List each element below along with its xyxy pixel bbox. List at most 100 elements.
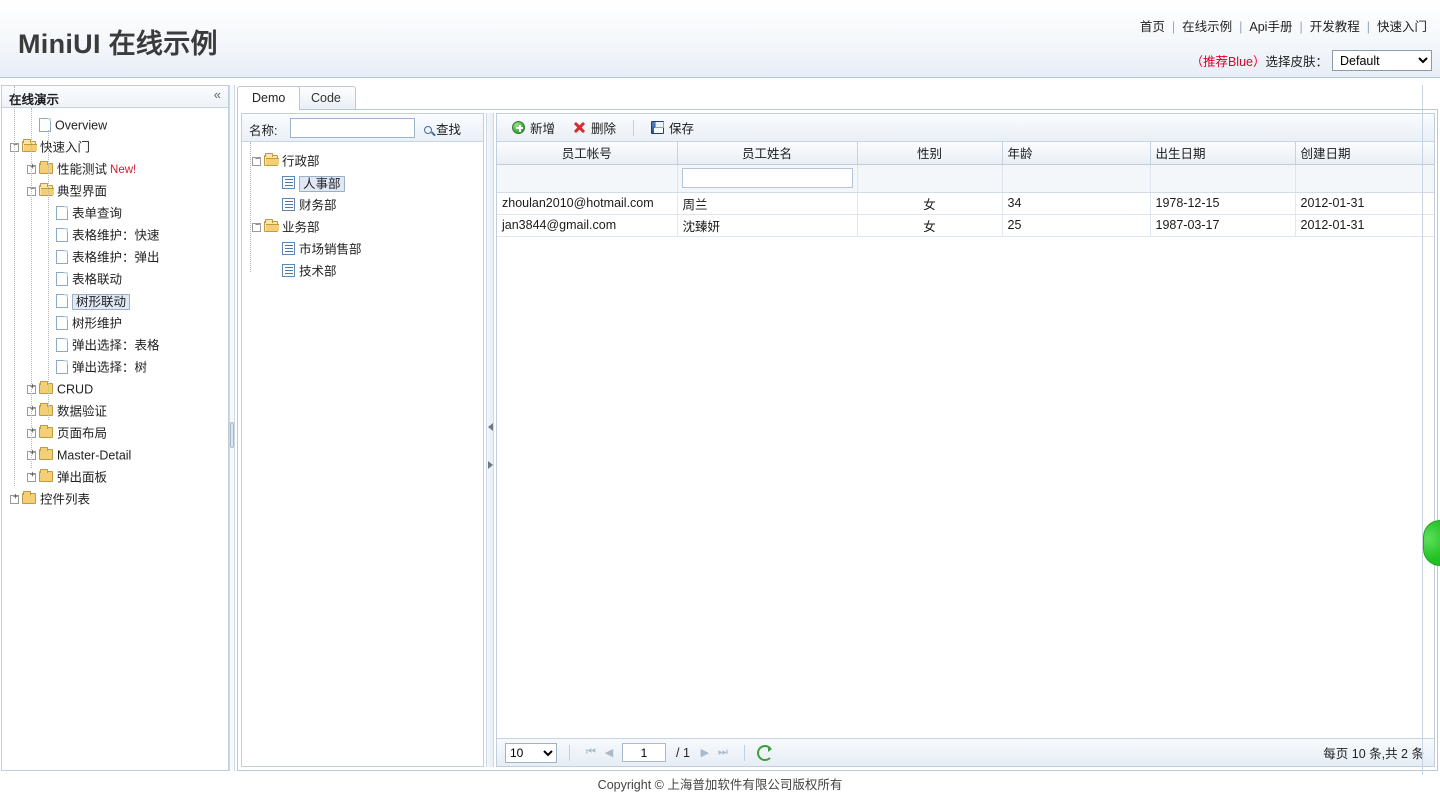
refresh-icon[interactable] <box>756 744 773 761</box>
folder-icon <box>39 469 53 483</box>
nav-link-quick-start[interactable]: 快速入门 <box>1370 20 1434 34</box>
tree-node[interactable]: 人事部 <box>248 172 483 194</box>
save-button[interactable]: 保存 <box>642 117 703 139</box>
tree-node-label: 人事部 <box>299 175 345 192</box>
table-cell: 女 <box>857 214 1003 237</box>
name-input[interactable] <box>290 118 415 138</box>
sidebar-splitter[interactable] <box>229 85 235 771</box>
filter-cell <box>1002 164 1151 193</box>
column-header[interactable]: 创建日期 <box>1295 142 1434 165</box>
filter-input-1[interactable] <box>681 168 853 188</box>
tree-node[interactable]: 典型界面 <box>2 180 228 202</box>
top-navigation: 首页 | 在线示例 | Api手册 | 开发教程 | 快速入门 <box>1133 16 1434 35</box>
skin-recommend-text: （推荐Blue） <box>1190 55 1266 69</box>
folder-icon <box>22 491 36 505</box>
tree-node[interactable]: 弹出选择：树 <box>2 356 228 378</box>
folder-open-icon <box>264 219 279 233</box>
grid-splitter[interactable] <box>486 113 494 767</box>
delete-button-label: 删除 <box>591 122 617 136</box>
file-icon <box>56 359 68 374</box>
collapse-icon[interactable] <box>252 155 262 167</box>
nav-link-online-demo[interactable]: 在线示例 <box>1175 20 1239 34</box>
collapse-sidebar-icon[interactable]: « <box>214 88 221 102</box>
add-button[interactable]: 新增 <box>503 117 564 139</box>
page-title: MiniUI 在线示例 <box>18 29 218 59</box>
tab-content-panel: 名称: 查找 行政部人事部财务部业务部市场销售部技术部 新增 删除 保存 <box>237 109 1438 771</box>
last-page-icon[interactable]: ⏭ <box>714 744 732 762</box>
tree-node[interactable]: 页面布局 <box>2 422 228 444</box>
table-row[interactable]: zhoulan2010@hotmail.com 周兰女 34 1978-12-15 20… <box>497 192 1434 215</box>
nav-link-home[interactable]: 首页 <box>1133 20 1172 34</box>
collapse-left-icon[interactable] <box>488 423 493 431</box>
tree-node[interactable]: 技术部 <box>248 260 483 282</box>
folder-icon <box>39 381 53 395</box>
tree-guide-line <box>14 86 15 486</box>
employee-grid-panel: 新增 删除 保存 员工帐号 员工姓名 性别 年龄 出生日期 创建日期 zhoulan201… <box>496 113 1435 767</box>
table-row[interactable]: jan3844@gmail.com 沈臻妍女 25 1987-03-17 2012-01… <box>497 214 1434 237</box>
feedback-tab-icon[interactable] <box>1423 520 1440 566</box>
sidebar-title: 在线演示 <box>9 93 60 107</box>
file-icon <box>56 271 68 286</box>
tree-node[interactable]: 市场销售部 <box>248 238 483 260</box>
column-header[interactable]: 员工帐号 <box>497 142 678 165</box>
tree-node[interactable]: Overview <box>2 114 228 136</box>
tree-node[interactable]: 表格维护：弹出 <box>2 246 228 268</box>
save-icon <box>651 121 665 134</box>
tree-node-label: CRUD <box>57 382 94 397</box>
skin-select[interactable]: Default <box>1332 50 1432 71</box>
tree-node[interactable]: 表格维护：快速 <box>2 224 228 246</box>
tree-node-label: 表单查询 <box>72 206 123 221</box>
footer: Copyright © 上海普加软件有限公司版权所有 <box>0 775 1440 799</box>
filter-cell <box>1150 164 1296 193</box>
column-header[interactable]: 出生日期 <box>1150 142 1296 165</box>
tree-node[interactable]: 树形联动 <box>2 290 228 312</box>
tree-node[interactable]: 树形维护 <box>2 312 228 334</box>
pager-divider <box>569 744 570 761</box>
tree-node-label: 表格维护：弹出 <box>72 250 160 265</box>
collapse-right-icon[interactable] <box>488 461 493 469</box>
page-number-input[interactable] <box>622 743 666 762</box>
tree-node-label: 业务部 <box>282 220 320 235</box>
tree-node[interactable]: 业务部 <box>248 216 483 238</box>
tree-node-label: 弹出选择：表格 <box>72 338 160 353</box>
tree-node[interactable]: 表格联动 <box>2 268 228 290</box>
tree-node[interactable]: 数据验证 <box>2 400 228 422</box>
tree-node[interactable]: Master-Detail <box>2 444 228 466</box>
folder-open-icon <box>22 139 37 153</box>
tree-node[interactable]: 控件列表 <box>2 488 228 510</box>
page-size-select[interactable]: 10 <box>505 742 557 763</box>
tree-node[interactable]: 行政部 <box>248 150 483 172</box>
tree-node[interactable]: 快速入门 <box>2 136 228 158</box>
search-icon <box>424 125 432 134</box>
tree-node[interactable]: 财务部 <box>248 194 483 216</box>
folder-open-icon <box>264 153 279 167</box>
column-header[interactable]: 员工姓名 <box>677 142 858 165</box>
table-cell: jan3844@gmail.com <box>497 214 678 237</box>
tree-node-label: 页面布局 <box>57 426 108 441</box>
tree-guide-line <box>31 108 32 468</box>
tree-node[interactable]: 性能测试New! <box>2 158 228 180</box>
tree-node-label: 表格联动 <box>72 272 123 287</box>
file-icon <box>56 293 68 308</box>
first-page-icon[interactable]: ⏮ <box>582 744 600 762</box>
tab-demo[interactable]: Demo <box>237 86 301 110</box>
tab-code[interactable]: Code <box>296 86 356 110</box>
column-header[interactable]: 性别 <box>857 142 1003 165</box>
search-button[interactable]: 查找 <box>424 119 461 138</box>
file-icon <box>56 227 68 242</box>
tree-node[interactable]: 弹出选择：表格 <box>2 334 228 356</box>
splitter-grip[interactable] <box>230 422 234 448</box>
tree-node[interactable]: CRUD <box>2 378 228 400</box>
delete-button[interactable]: 删除 <box>564 117 625 139</box>
sidebar-header: 在线演示 « <box>2 86 228 108</box>
column-header[interactable]: 年龄 <box>1002 142 1151 165</box>
tree-node[interactable]: 表单查询 <box>2 202 228 224</box>
tree-node[interactable]: 弹出面板 <box>2 466 228 488</box>
next-page-icon[interactable]: ▶ <box>696 744 714 762</box>
expand-icon[interactable] <box>10 494 20 505</box>
nav-link-api-manual[interactable]: Api手册 <box>1242 20 1299 34</box>
collapse-icon[interactable] <box>252 221 262 233</box>
nav-link-dev-tutorial[interactable]: 开发教程 <box>1303 20 1367 34</box>
expand-icon[interactable] <box>27 472 37 483</box>
prev-page-icon[interactable]: ◀ <box>600 744 618 762</box>
